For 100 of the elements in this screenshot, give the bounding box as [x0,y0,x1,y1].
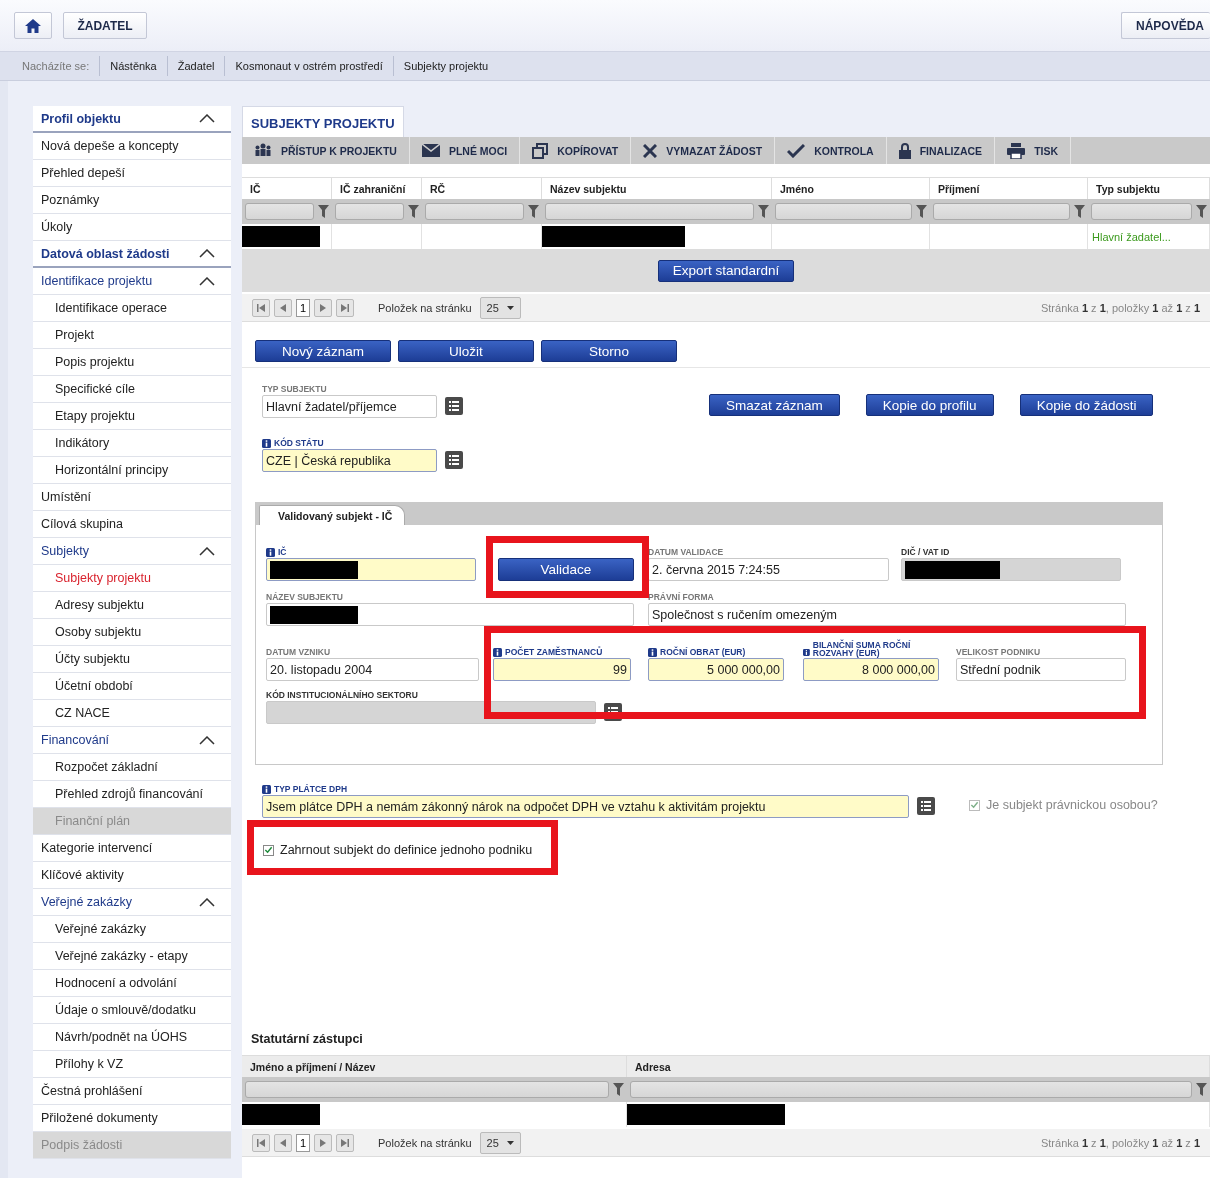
input-field[interactable] [266,603,634,626]
page-number-button[interactable]: 1 [296,298,310,317]
sidebar-item[interactable]: Návrh/podnět na ÚOHS [33,1024,231,1051]
filter-icon[interactable] [916,205,927,218]
column-header[interactable]: Příjmení [930,177,1088,199]
page-tab[interactable]: SUBJEKTY PROJEKTU [242,106,404,137]
input-field[interactable] [266,558,476,581]
page-size-select[interactable]: 25 [479,1131,521,1154]
sidebar-item[interactable]: Přílohy k VZ [33,1051,231,1078]
column-header[interactable]: Název subjektu [542,177,772,199]
column-header[interactable]: IČ zahraniční [332,177,422,199]
filter-icon[interactable] [528,205,539,218]
filter-field[interactable] [933,203,1070,220]
list-icon[interactable] [445,451,463,469]
sidebar-item[interactable]: Subjekty projektu [33,565,231,592]
app-button[interactable]: ŽADATEL [63,12,147,39]
sidebar-item[interactable]: Osoby subjektu [33,619,231,646]
filter-icon[interactable] [613,1083,624,1096]
column-header[interactable]: Adresa [627,1055,1210,1077]
breadcrumb-link[interactable]: Subjekty projektu [392,56,499,76]
filter-icon[interactable] [408,205,419,218]
list-icon[interactable] [445,397,463,415]
record-button[interactable]: Smazat záznam [709,394,840,416]
page-number-button[interactable]: 1 [296,1133,310,1152]
sidebar-item[interactable]: Identifikace operace [33,295,231,322]
filter-field[interactable] [245,203,314,220]
sidebar-section[interactable]: Datová oblast žádosti [33,241,231,268]
filter-field[interactable] [335,203,404,220]
input-field[interactable]: Hlavní žadatel/příjemce [262,395,437,418]
filter-icon[interactable] [318,205,329,218]
input-field[interactable]: 20. listopadu 2004 [266,658,479,681]
input-field[interactable]: 5 000 000,00 [648,658,784,681]
sidebar-item[interactable]: Rozpočet základní [33,754,231,781]
home-button[interactable] [14,12,52,39]
sidebar-item[interactable]: Poznámky [33,187,231,214]
sidebar-item[interactable]: Veřejné zakázky - etapy [33,943,231,970]
input-field[interactable] [901,558,1121,581]
help-button[interactable]: NÁPOVĚDA [1121,12,1210,39]
input-field[interactable]: 2. června 2015 7:24:55 [648,558,889,581]
next-page-button[interactable] [314,298,332,317]
sidebar-item[interactable]: Nová depeše a koncepty [33,133,231,160]
previous-page-button[interactable] [274,1133,292,1152]
sidebar-item[interactable]: Účty subjektu [33,646,231,673]
export-button[interactable]: Export standardní [658,259,794,282]
input-field[interactable] [266,701,596,724]
column-header[interactable]: Jméno [772,177,930,199]
input-field[interactable]: CZE | Česká republika [262,449,437,472]
sidebar-item[interactable]: Popis projektu [33,349,231,376]
sidebar-group[interactable]: Subjekty [33,538,231,565]
breadcrumb-link[interactable]: Kosmonaut v ostrém prostředí [224,56,393,76]
sidebar-item[interactable]: Úkoly [33,214,231,241]
checkbox[interactable] [263,844,274,856]
last-page-button[interactable] [336,1133,354,1152]
filter-icon[interactable] [758,205,769,218]
sidebar-item[interactable]: Etapy projektu [33,403,231,430]
validate-button[interactable]: Validace [498,558,634,581]
page-size-select[interactable]: 25 [479,296,521,319]
filter-field[interactable] [545,203,754,220]
filter-field[interactable] [630,1081,1192,1098]
sidebar-group[interactable]: Identifikace projektu [33,268,231,295]
breadcrumb-link[interactable]: Nástěnka [99,56,167,76]
record-button[interactable]: Kopie do profilu [865,394,994,416]
sidebar-item[interactable]: Veřejné zakázky [33,916,231,943]
sidebar-item[interactable]: Specifické cíle [33,376,231,403]
last-page-button[interactable] [336,298,354,317]
sidebar-item[interactable]: Čestná prohlášení [33,1078,231,1105]
filter-field[interactable] [1091,203,1192,220]
toolbar-button[interactable]: PLNÉ MOCI [409,137,521,164]
sidebar-item[interactable]: Přehled zdrojů financování [33,781,231,808]
sidebar-item[interactable]: Cílová skupina [33,511,231,538]
filter-icon[interactable] [1196,1083,1207,1096]
input-field[interactable]: Jsem plátce DPH a nemám zákonný nárok na odpočet DPH ve vztahu k aktivitám projektu [262,795,909,818]
sidebar-item[interactable]: Hodnocení a odvolání [33,970,231,997]
column-header[interactable]: Typ subjektu [1088,177,1210,199]
first-page-button[interactable] [252,1133,270,1152]
filter-field[interactable] [245,1081,609,1098]
input-field[interactable]: 8 000 000,00 [803,658,939,681]
column-header[interactable]: IČ [242,177,332,199]
record-button[interactable]: Kopie do žádosti [1019,394,1154,416]
previous-page-button[interactable] [274,298,292,317]
sidebar-item[interactable]: Údaje o smlouvě/dodatku [33,997,231,1024]
input-field[interactable]: 99 [493,658,631,681]
sidebar-item[interactable]: Přiložené dokumenty [33,1105,231,1132]
sidebar-item[interactable]: Indikátory [33,430,231,457]
sidebar-item[interactable]: Projekt [33,322,231,349]
sidebar-group[interactable]: Financování [33,727,231,754]
toolbar-button[interactable]: KOPÍROVAT [520,137,632,164]
toolbar-button[interactable]: TISK [995,137,1072,164]
next-page-button[interactable] [314,1133,332,1152]
sidebar-group[interactable]: Veřejné zakázky [33,889,231,916]
sidebar-item[interactable]: CZ NACE [33,700,231,727]
toolbar-button[interactable]: KONTROLA [775,137,887,164]
sidebar-item[interactable]: Klíčové aktivity [33,862,231,889]
toolbar-button[interactable]: VYMAZAT ŽÁDOST [631,137,776,164]
list-icon[interactable] [917,797,935,815]
input-field[interactable]: Střední podnik [956,658,1126,681]
column-header[interactable]: RČ [422,177,542,199]
filter-field[interactable] [775,203,912,220]
sidebar-item[interactable]: Přehled depeší [33,160,231,187]
sidebar-item[interactable]: Horizontální principy [33,457,231,484]
